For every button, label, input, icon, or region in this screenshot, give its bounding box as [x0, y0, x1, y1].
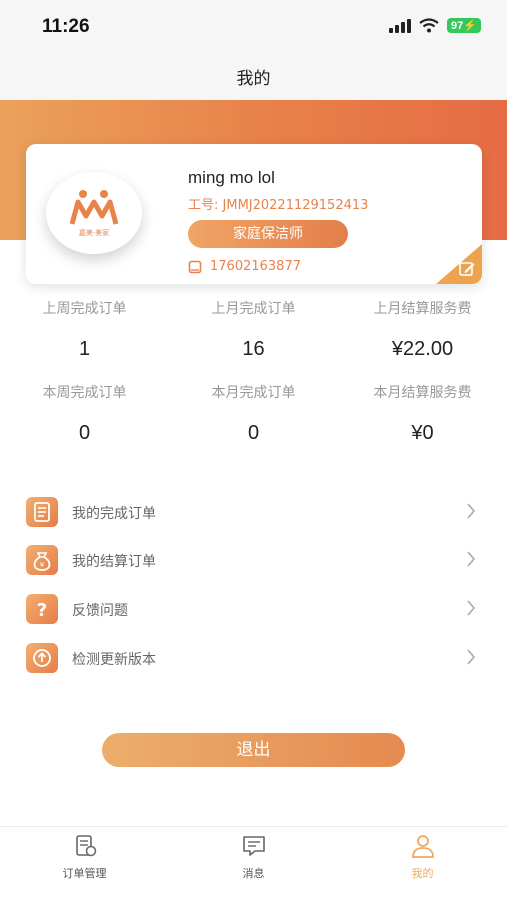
menu-item-completed-orders[interactable]: 我的完成订单: [26, 495, 482, 531]
job-number: 工号: JMMJ20221129152413: [188, 198, 369, 213]
stat-last-week-orders: 上周完成订单 1: [0, 298, 169, 361]
stat-value: 0: [247, 422, 260, 444]
tab-orders[interactable]: 订单管理: [0, 833, 169, 881]
menu-item-check-update[interactable]: 检测更新版本: [26, 641, 482, 677]
phone-number: 17602163877: [210, 259, 301, 274]
profile-icon: [411, 835, 434, 858]
chevron-right-icon: [467, 503, 476, 519]
document-icon: [26, 497, 58, 527]
status-bar: 11:26 97⚡: [0, 0, 507, 52]
orders-icon: [75, 835, 96, 857]
svg-text:?: ?: [37, 600, 47, 621]
profile-card: 嘉美·美家 ming mo lol 工号: JMMJ20221129152413…: [26, 144, 482, 284]
chevron-right-icon: [467, 649, 476, 665]
phone-row: 17602163877: [188, 259, 301, 274]
tab-label: 订单管理: [62, 867, 107, 880]
stat-label: 上周完成订单: [42, 301, 127, 317]
stat-label: 上月完成订单: [211, 301, 296, 317]
stat-last-month-orders: 上月完成订单 16: [169, 298, 338, 361]
menu-label: 检测更新版本: [72, 652, 156, 668]
question-icon: ?: [26, 594, 58, 624]
stat-label: 本月结算服务费: [373, 385, 472, 401]
stat-this-week-orders: 本周完成订单 0: [0, 382, 169, 445]
page-title: 我的: [236, 69, 271, 89]
update-icon: [26, 643, 58, 673]
menu-label: 我的完成订单: [72, 506, 156, 522]
chevron-right-icon: [467, 551, 476, 567]
svg-text:¥: ¥: [40, 561, 45, 569]
avatar[interactable]: 嘉美·美家: [46, 172, 142, 254]
role-badge: 家庭保洁师: [188, 220, 348, 248]
cellular-signal-icon: [389, 18, 412, 33]
tab-label: 我的: [411, 867, 434, 880]
chevron-right-icon: [467, 600, 476, 616]
wifi-icon: [419, 18, 439, 33]
stat-last-month-fee: 上月结算服务费 ¥22.00: [338, 298, 507, 361]
stat-value: ¥0: [411, 422, 434, 444]
stat-value: ¥22.00: [391, 338, 454, 360]
battery-indicator: 97⚡: [447, 18, 481, 33]
logo-text: 嘉美·美家: [79, 228, 109, 237]
tab-label: 消息: [242, 867, 265, 880]
money-bag-icon: ¥: [26, 545, 58, 575]
stat-label: 本月完成订单: [211, 385, 296, 401]
phone-icon: [188, 260, 202, 273]
stat-value: 1: [78, 338, 91, 360]
menu-item-feedback[interactable]: ? 反馈问题: [26, 592, 482, 628]
stat-this-month-orders: 本月完成订单 0: [169, 382, 338, 445]
company-logo-icon: 嘉美·美家: [69, 190, 119, 237]
stat-value: 16: [242, 338, 265, 360]
menu-item-settled-orders[interactable]: ¥ 我的结算订单: [26, 543, 482, 579]
status-icons: 97⚡: [389, 18, 481, 33]
logout-button[interactable]: 退出: [102, 733, 405, 767]
message-icon: [242, 836, 265, 856]
stat-value: 0: [78, 422, 91, 444]
menu-label: 我的结算订单: [72, 554, 156, 570]
menu-label: 反馈问题: [72, 603, 128, 619]
nav-bar: 我的: [0, 52, 507, 100]
tab-messages[interactable]: 消息: [169, 833, 338, 881]
edit-icon[interactable]: [458, 260, 476, 278]
tab-profile[interactable]: 我的: [338, 833, 507, 881]
stat-label: 上月结算服务费: [373, 301, 472, 317]
tab-bar: 订单管理 消息 我的: [0, 826, 507, 901]
status-time: 11:26: [42, 16, 90, 37]
user-name: ming mo lol: [188, 168, 275, 187]
stat-label: 本周完成订单: [42, 385, 127, 401]
stat-this-month-fee: 本月结算服务费 ¥0: [338, 382, 507, 445]
battery-level: 97: [451, 20, 464, 32]
